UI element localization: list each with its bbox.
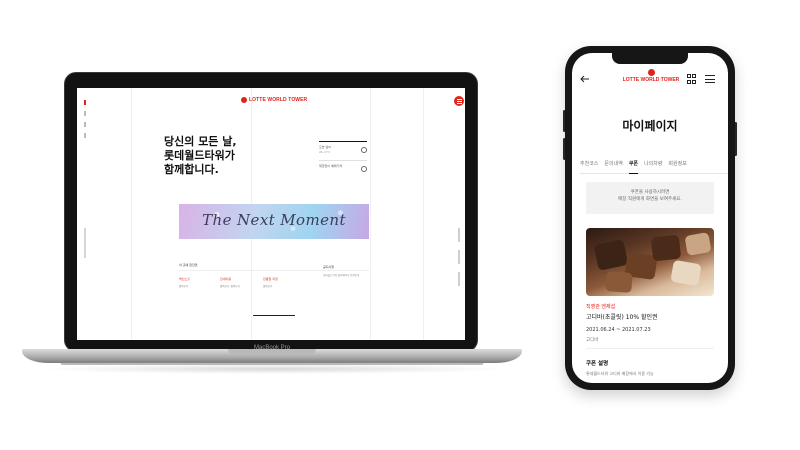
ticket-icon (361, 166, 367, 172)
chocolate-piece (684, 232, 712, 256)
grid-guide (131, 88, 132, 340)
coupon-image[interactable] (586, 228, 714, 296)
info-label: 오늘 날씨 (319, 145, 331, 149)
grid-icon[interactable] (687, 74, 697, 84)
quick-link-column[interactable]: 관람일 지정 알아보기 (263, 277, 303, 288)
info-sub: 26~27℃ (319, 151, 331, 154)
notice-text[interactable]: 롯데월드타워 엘리베이터 운영안내 (323, 274, 371, 278)
phone-logo-text: LOTTE WORLD TOWER (622, 77, 680, 83)
info-label: 제한없이 예매가격 (319, 164, 343, 168)
coupon-category: 직영관 엔제섭 (586, 304, 616, 310)
chocolate-piece (670, 259, 702, 287)
phone-notch (612, 53, 688, 64)
mockup-stage: LOTTE WORLD TOWER 당신의 모든 날, 롯데월드타워가 함께합니… (0, 0, 800, 450)
grid-guide (423, 88, 424, 340)
lotte-logo-icon (241, 97, 247, 103)
info-item-weather[interactable]: 오늘 날씨 26~27℃ (319, 141, 367, 160)
laptop-brand-label: MacBook Pro (253, 345, 290, 351)
chocolate-piece (593, 239, 629, 271)
phone-logo[interactable]: LOTTE WORLD TOWER (619, 69, 683, 83)
laptop-shadow (40, 364, 510, 374)
tab-member-info[interactable]: 회원정보 (668, 160, 686, 167)
laptop-screen: LOTTE WORLD TOWER 당신의 모든 날, 롯데월드타워가 함께합니… (77, 88, 465, 340)
chocolate-piece (650, 234, 682, 262)
quick-link-title: 관람일 지정 (263, 277, 278, 281)
page-title: 마이페이지 (622, 119, 678, 133)
divider (586, 348, 714, 349)
hamburger-icon[interactable] (705, 74, 715, 84)
info-box: 오늘 날씨 26~27℃ 제한없이 예매가격 (319, 141, 367, 179)
tab-course[interactable]: 추천코스 (580, 160, 598, 167)
quick-link-title: 관내이용 (220, 277, 232, 281)
grid-guide (370, 88, 371, 340)
tab-car[interactable]: 나의차량 (644, 160, 662, 167)
banner-text: The Next Moment (202, 211, 346, 229)
coupon-description-title: 쿠폰 설명 (586, 361, 609, 367)
quick-link-sub: 알아보기 (179, 285, 189, 288)
site-logo[interactable]: LOTTE WORLD TOWER (241, 97, 321, 103)
quick-link-sub: 알아보기, 알아보기 (220, 285, 240, 288)
mypage-tabs: 추천코스 문의내역 쿠폰 나의차량 회원정보 (580, 160, 728, 174)
scroll-indicator (253, 315, 295, 316)
notice-title: 공지사항 (323, 265, 335, 269)
menu-button[interactable] (454, 96, 464, 106)
cloud-icon (361, 147, 367, 153)
coupon-name: 고디바(초콜릿) 10% 할인권 (586, 314, 658, 321)
coupon-period: 2021.06.24 ~ 2021.07.23 (586, 327, 651, 333)
side-vertical-text-left (84, 228, 86, 258)
quick-link-title: 백신노출 (179, 277, 191, 281)
quick-link-column[interactable]: 백신노출 알아보기 (179, 277, 219, 288)
info-item-booking[interactable]: 제한없이 예매가격 (319, 160, 367, 179)
divider (179, 270, 369, 271)
notice-line: 매장 직원에게 화면을 보여주세요. (618, 197, 682, 202)
tab-coupon[interactable]: 쿠폰 (628, 160, 639, 174)
section-title: 이 곳에 잠깐만 (179, 263, 198, 267)
tab-inquiry[interactable]: 문의내역 (604, 160, 622, 167)
hero-headline: 당신의 모든 날, 롯데월드타워가 함께합니다. (164, 135, 237, 176)
coupon-description: 롯데월드타워 고디바 매장에서 이용 가능 (586, 371, 654, 376)
coupon-notice: 쿠폰을 사용하시려면 매장 직원에게 화면을 보여주세요. (586, 182, 714, 214)
hero-banner[interactable]: The Next Moment (179, 204, 369, 239)
side-nav-left[interactable] (84, 100, 86, 138)
quick-link-column[interactable]: 관내이용 알아보기, 알아보기 (220, 277, 260, 288)
notice-line: 쿠폰을 사용하시려면 (630, 190, 670, 195)
coupon-place: 고디바 (586, 338, 599, 343)
quick-link-sub: 알아보기 (263, 285, 273, 288)
chocolate-piece (605, 271, 633, 293)
lotte-logo-icon (647, 69, 655, 76)
side-vertical-text-right[interactable] (458, 228, 460, 286)
phone-screen: LOTTE WORLD TOWER 마이페이지 추천코스 문의내역 쿠폰 나의차… (572, 53, 728, 383)
site-logo-text: LOTTE WORLD TOWER (249, 97, 308, 103)
back-arrow-icon[interactable] (580, 74, 590, 84)
